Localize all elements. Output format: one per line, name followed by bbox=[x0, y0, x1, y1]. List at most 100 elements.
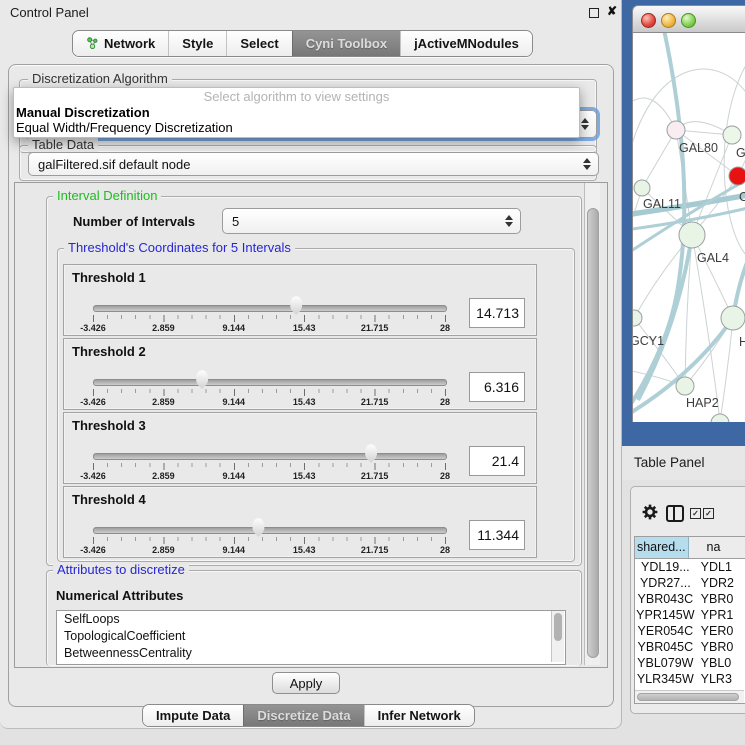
slider-thumb[interactable] bbox=[251, 518, 265, 537]
column-header-shared-name[interactable]: shared... bbox=[635, 537, 689, 558]
close-traffic-light-icon[interactable] bbox=[641, 13, 656, 28]
tab-label: Impute Data bbox=[156, 708, 230, 723]
tab-impute-data[interactable]: Impute Data bbox=[143, 705, 243, 726]
network-node[interactable] bbox=[711, 414, 729, 422]
cell-name[interactable]: YLR3 bbox=[697, 671, 745, 687]
cell-shared-name[interactable]: YDL19... bbox=[635, 559, 697, 575]
network-node[interactable] bbox=[729, 167, 745, 185]
vertical-scrollbar[interactable] bbox=[584, 183, 600, 665]
cell-name[interactable]: YBL0 bbox=[697, 655, 745, 671]
minimize-traffic-light-icon[interactable] bbox=[661, 13, 676, 28]
tab-network[interactable]: Network bbox=[73, 31, 168, 56]
checkbox-icon[interactable]: ✓ bbox=[703, 508, 714, 519]
cell-name[interactable]: YDR2 bbox=[697, 575, 745, 591]
number-of-intervals-label: Number of Intervals bbox=[73, 214, 195, 229]
tick-label: 28 bbox=[440, 471, 450, 481]
algorithm-popup: Select algorithm to view settings Manual… bbox=[13, 87, 580, 138]
slider-thumb[interactable] bbox=[364, 444, 378, 463]
tick-label: 15.43 bbox=[293, 471, 316, 481]
tab-infer-network[interactable]: Infer Network bbox=[364, 705, 474, 726]
slider-ticks bbox=[93, 537, 446, 544]
table-row[interactable]: YDL19...YDL1 bbox=[635, 559, 745, 575]
list-scrollbar-thumb[interactable] bbox=[554, 613, 562, 641]
zoom-traffic-light-icon[interactable] bbox=[681, 13, 696, 28]
tick-label: 15.43 bbox=[293, 323, 316, 333]
cell-shared-name[interactable]: YER054C bbox=[635, 623, 697, 639]
numerical-attributes-list[interactable]: SelfLoopsTopologicalCoefficientBetweenne… bbox=[56, 610, 566, 665]
cell-shared-name[interactable]: YLR345W bbox=[635, 671, 697, 687]
slider-thumb[interactable] bbox=[289, 296, 303, 315]
list-scrollbar[interactable] bbox=[551, 611, 564, 662]
tab-label: jActiveMNodules bbox=[414, 36, 519, 51]
cell-shared-name[interactable]: YPR145W bbox=[635, 607, 697, 623]
algorithm-option[interactable]: Equal Width/Frequency Discretization bbox=[14, 120, 579, 135]
slider-tick-labels: -3.4262.8599.14415.4321.71528 bbox=[93, 545, 445, 555]
table-row[interactable]: YLR345WYLR3 bbox=[635, 671, 745, 687]
table-row[interactable]: YBL079WYBL0 bbox=[635, 655, 745, 671]
cell-name[interactable]: YPR1 bbox=[697, 607, 745, 623]
tick-label: 15.43 bbox=[293, 545, 316, 555]
scrollbar-thumb[interactable] bbox=[587, 208, 599, 658]
network-node[interactable] bbox=[679, 222, 705, 248]
threshold-panel-3: Threshold 3-3.4262.8599.14415.4321.71528… bbox=[63, 412, 537, 484]
cell-shared-name[interactable]: YBL079W bbox=[635, 655, 697, 671]
cell-name[interactable]: YBR0 bbox=[697, 639, 745, 655]
gear-icon[interactable] bbox=[642, 504, 658, 520]
attribute-list-item[interactable]: TopologicalCoefficient bbox=[57, 628, 565, 645]
slider-thumb[interactable] bbox=[195, 370, 209, 389]
cell-shared-name[interactable]: YDR27... bbox=[635, 575, 697, 591]
tab-cyni-toolbox[interactable]: Cyni Toolbox bbox=[292, 31, 400, 56]
threshold-value-field[interactable]: 14.713 bbox=[469, 298, 525, 328]
slider-ticks bbox=[93, 315, 446, 322]
tick-label: -3.426 bbox=[80, 323, 106, 333]
column-header-name[interactable]: na bbox=[689, 537, 745, 558]
attribute-list-item[interactable]: SelfLoops bbox=[57, 611, 565, 628]
network-node[interactable] bbox=[667, 121, 685, 139]
tab-style[interactable]: Style bbox=[168, 31, 226, 56]
table-row[interactable]: YDR27...YDR2 bbox=[635, 575, 745, 591]
threshold-label: Threshold 4 bbox=[72, 492, 146, 507]
network-node[interactable] bbox=[723, 126, 741, 144]
table-scrollbar-thumb[interactable] bbox=[637, 693, 739, 701]
threshold-label: Threshold 2 bbox=[72, 344, 146, 359]
attribute-list-item[interactable]: BetweennessCentrality bbox=[57, 645, 565, 662]
network-node-label: GAL4 bbox=[697, 251, 729, 265]
split-pane-icon[interactable] bbox=[666, 505, 684, 522]
float-window-icon[interactable] bbox=[589, 8, 599, 18]
algorithm-option[interactable]: Manual Discretization bbox=[14, 105, 579, 120]
tab-jactivemnodules[interactable]: jActiveMNodules bbox=[400, 31, 532, 56]
table-row[interactable]: YER054CYER0 bbox=[635, 623, 745, 639]
network-node[interactable] bbox=[633, 310, 642, 326]
network-node[interactable] bbox=[634, 180, 650, 196]
tab-discretize-data[interactable]: Discretize Data bbox=[243, 705, 363, 726]
network-canvas[interactable]: GAL80GACGAL11GAL4GCY1HHAP2 bbox=[632, 33, 745, 422]
cell-shared-name[interactable]: YBR045C bbox=[635, 639, 697, 655]
checkbox-icon[interactable]: ✓ bbox=[690, 508, 701, 519]
tick-label: -3.426 bbox=[80, 397, 106, 407]
table-header-row: shared... na bbox=[635, 537, 745, 559]
network-node[interactable] bbox=[721, 306, 745, 330]
threshold-value-field[interactable]: 6.316 bbox=[469, 372, 525, 402]
cell-name[interactable]: YBR0 bbox=[697, 591, 745, 607]
table-row[interactable]: YBR045CYBR0 bbox=[635, 639, 745, 655]
network-node[interactable] bbox=[676, 377, 694, 395]
threshold-value-field[interactable]: 21.4 bbox=[469, 446, 525, 476]
network-window-titlebar bbox=[632, 5, 745, 33]
cell-name[interactable]: YDL1 bbox=[697, 559, 745, 575]
network-node-label: HAP2 bbox=[686, 396, 719, 410]
cell-shared-name[interactable]: YBR043C bbox=[635, 591, 697, 607]
network-icon bbox=[86, 37, 99, 50]
table-data-combo[interactable]: galFiltered.sif default node bbox=[28, 152, 599, 176]
cell-name[interactable]: YER0 bbox=[697, 623, 745, 639]
table-row[interactable]: YPR145WYPR1 bbox=[635, 607, 745, 623]
tick-label: 9.144 bbox=[223, 397, 246, 407]
tick-label: 21.715 bbox=[361, 471, 389, 481]
number-of-intervals-combo[interactable]: 5 bbox=[222, 208, 521, 234]
table-row[interactable]: YBR043CYBR0 bbox=[635, 591, 745, 607]
threshold-panel-2: Threshold 2-3.4262.8599.14415.4321.71528… bbox=[63, 338, 537, 410]
apply-button[interactable]: Apply bbox=[272, 672, 340, 694]
table-horizontal-scrollbar[interactable] bbox=[635, 690, 744, 703]
threshold-value-field[interactable]: 11.344 bbox=[469, 520, 525, 550]
close-icon[interactable]: ✘ bbox=[607, 4, 617, 18]
tab-select[interactable]: Select bbox=[226, 31, 291, 56]
